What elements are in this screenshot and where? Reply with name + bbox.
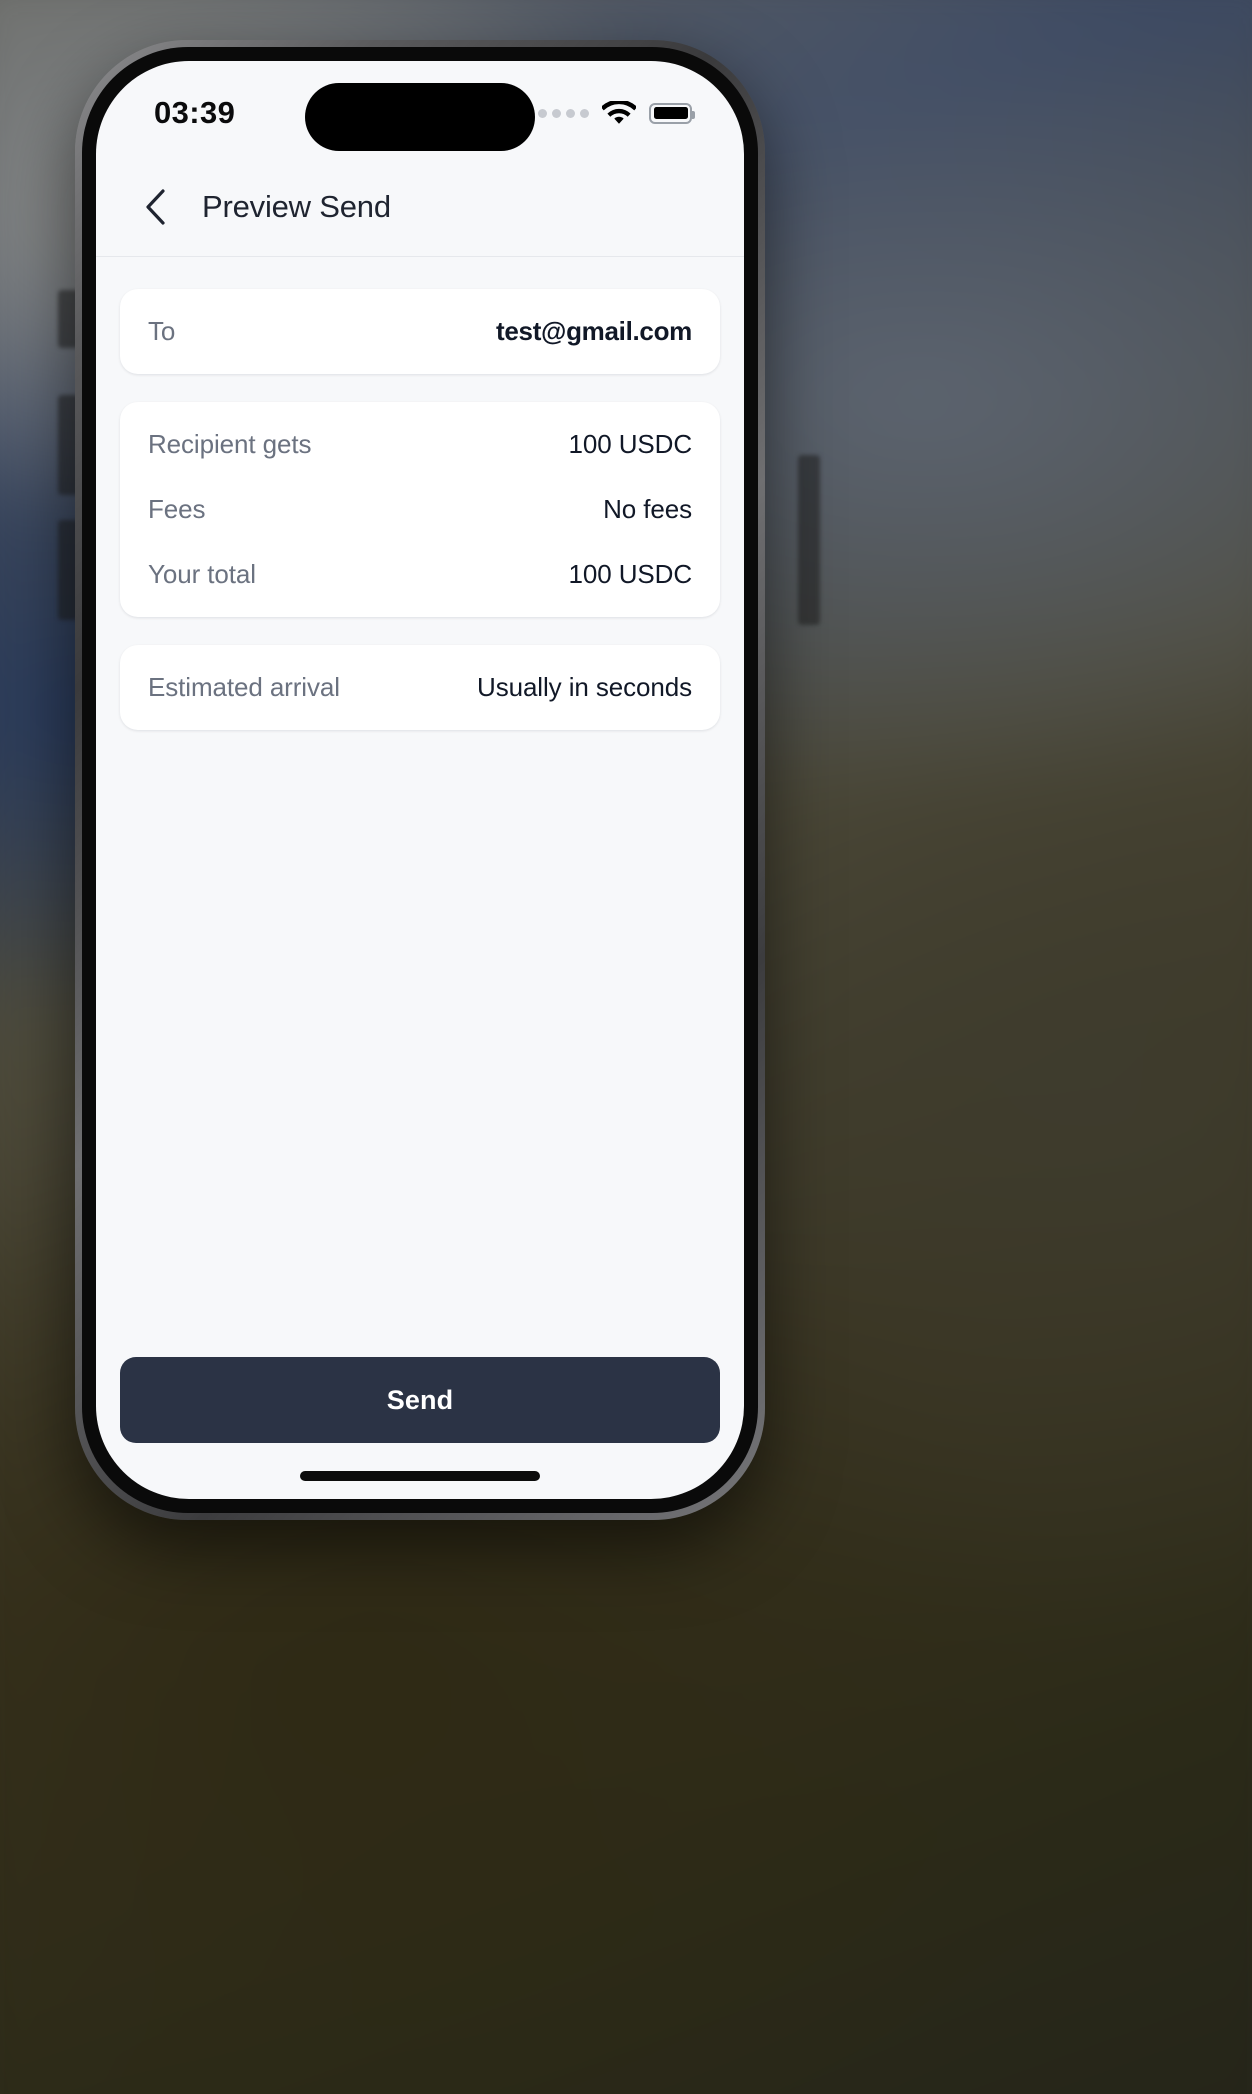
phone-device-frame: 03:39 Preview Send To test@gmail.com Rec… <box>75 40 765 1520</box>
send-button-label: Send <box>386 1384 454 1415</box>
chevron-left-icon <box>146 188 165 225</box>
recipient-value: test@gmail.com <box>496 316 692 346</box>
recipient-row: To test@gmail.com <box>148 299 692 364</box>
your-total-row: Your total 100 USDC <box>148 542 692 607</box>
fees-value: No fees <box>603 494 692 524</box>
cellular-signal-dots-icon <box>538 108 589 118</box>
wifi-icon <box>602 100 636 124</box>
recipient-gets-label: Recipient gets <box>148 429 312 459</box>
phone-screen: 03:39 Preview Send To test@gmail.com Rec… <box>96 61 744 1499</box>
estimated-arrival-label: Estimated arrival <box>148 672 340 702</box>
recipient-label: To <box>148 316 176 346</box>
battery-full-icon <box>649 102 695 124</box>
estimated-arrival-card: Estimated arrival Usually in seconds <box>120 645 720 730</box>
phone-bezel: 03:39 Preview Send To test@gmail.com Rec… <box>82 47 758 1513</box>
recipient-gets-value: 100 USDC <box>568 429 693 459</box>
status-bar-clock: 03:39 <box>154 95 236 130</box>
recipient-card: To test@gmail.com <box>120 289 720 374</box>
amount-breakdown-card: Recipient gets 100 USDC Fees No fees You… <box>120 402 720 617</box>
navigation-bar: Preview Send <box>96 157 744 257</box>
status-bar-indicators <box>538 100 695 126</box>
your-total-label: Your total <box>148 559 256 589</box>
home-indicator[interactable] <box>300 1471 540 1481</box>
estimated-arrival-row: Estimated arrival Usually in seconds <box>148 655 692 720</box>
page-title: Preview Send <box>202 188 391 224</box>
main-content: To test@gmail.com Recipient gets 100 USD… <box>96 257 744 1499</box>
phone-power-button-shadow <box>798 455 820 625</box>
dynamic-island <box>305 83 535 151</box>
your-total-value: 100 USDC <box>568 559 693 589</box>
send-button[interactable]: Send <box>120 1357 720 1443</box>
fees-row: Fees No fees <box>148 477 692 542</box>
estimated-arrival-value: Usually in seconds <box>477 672 692 702</box>
fees-label: Fees <box>148 494 206 524</box>
recipient-gets-row: Recipient gets 100 USDC <box>148 412 692 477</box>
back-button[interactable] <box>138 188 172 226</box>
status-bar: 03:39 <box>96 61 744 157</box>
